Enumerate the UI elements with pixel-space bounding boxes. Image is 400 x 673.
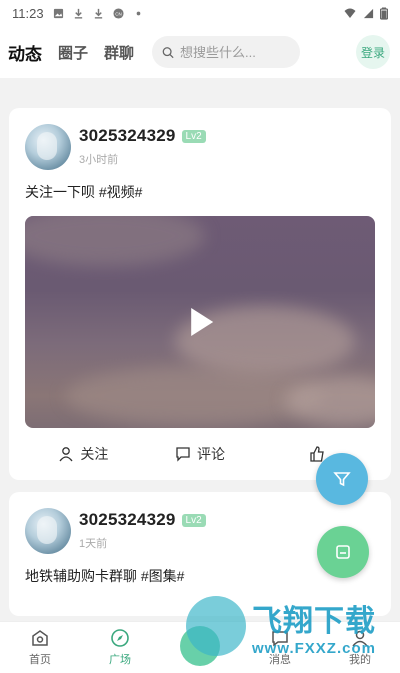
photo-icon [53,8,63,18]
dot-icon [136,11,140,15]
post-card[interactable]: 3025324329 Lv2 3小时前 关注一下呗 #视频# 关注 评论 [9,108,391,480]
search-input[interactable] [180,44,291,60]
search-icon [162,46,174,58]
battery-icon [380,7,388,20]
level-badge: Lv2 [181,513,206,527]
comment-icon [176,447,190,462]
top-header: 动态 圈子 群聊 登录 [0,26,400,78]
post-author: 3025324329 Lv2 3小时前 [25,124,375,170]
username[interactable]: 3025324329 [79,510,176,530]
watermark-logo [186,596,246,656]
wifi-icon [344,8,356,18]
tab-circles[interactable]: 圈子 [58,42,88,63]
watermark: 飞翔下载 www.FXXZ.com [186,588,396,664]
nav-home-label: 首页 [29,654,51,666]
svg-text:CN: CN [115,11,122,16]
video-player[interactable] [25,216,375,428]
login-button[interactable]: 登录 [356,35,390,69]
home-icon [32,630,48,646]
download-icon [74,8,82,19]
level-badge: Lv2 [181,129,206,143]
comment-label: 评论 [197,446,225,462]
post-time: 3小时前 [79,154,119,166]
cn-icon: CN [113,7,124,19]
avatar[interactable] [25,124,71,170]
filter-icon [333,472,351,487]
search-bar[interactable] [152,36,301,68]
post-time: 1天前 [79,538,108,550]
compass-icon [111,629,129,647]
comment-button[interactable]: 评论 [142,444,259,464]
status-time: 11:23 [12,5,44,21]
watermark-url: www.FXXZ.com [252,639,376,657]
follow-label: 关注 [80,446,109,462]
post-text[interactable]: 关注一下呗 #视频# [25,182,375,202]
user-icon [59,447,73,462]
play-icon[interactable] [191,308,214,336]
watermark-title: 飞翔下载 [252,604,376,638]
create-post-button[interactable] [317,526,369,578]
follow-button[interactable]: 关注 [25,444,142,464]
tab-group-chat[interactable]: 群聊 [104,42,134,63]
filter-button[interactable] [316,453,368,505]
username[interactable]: 3025324329 [79,126,176,146]
tab-dynamics[interactable]: 动态 [8,40,42,67]
download-icon [94,8,102,19]
edit-icon [336,545,350,559]
nav-square-label: 广场 [109,654,131,666]
status-bar: 11:23 CN [0,0,400,26]
nav-home[interactable]: 首页 [0,622,80,673]
thumbs-up-icon [310,446,324,462]
feed-tabs: 动态 圈子 群聊 [8,40,134,67]
avatar[interactable] [25,508,71,554]
signal-icon [363,8,374,18]
nav-square[interactable]: 广场 [80,622,160,673]
